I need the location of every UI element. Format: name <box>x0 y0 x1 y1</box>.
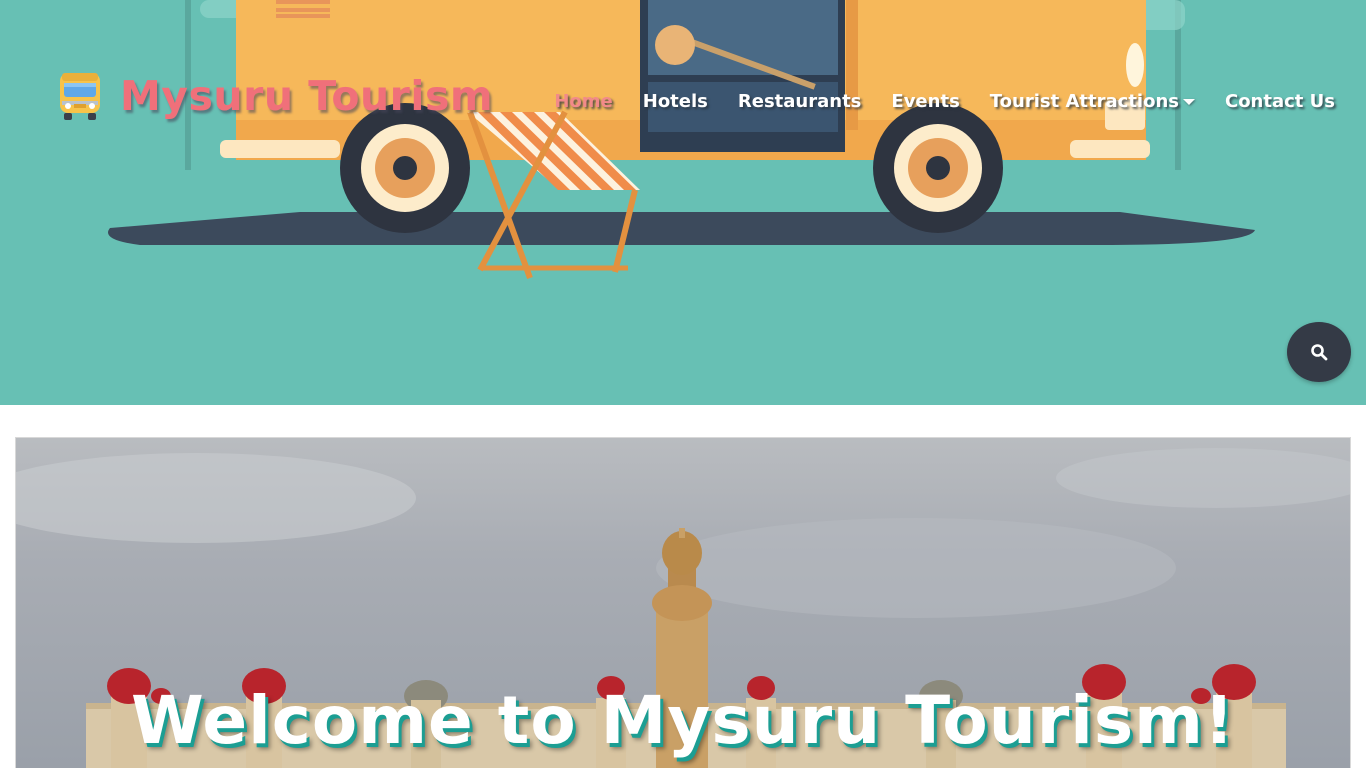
hero-header: Mysuru Tourism Home Hotels Restaurants E… <box>0 0 1366 405</box>
nav-home[interactable]: Home <box>554 91 612 112</box>
site-title[interactable]: Mysuru Tourism <box>120 72 493 120</box>
nav-hotels[interactable]: Hotels <box>643 91 708 112</box>
brand[interactable]: Mysuru Tourism <box>56 70 493 122</box>
search-button[interactable] <box>1287 322 1351 382</box>
main-nav: Home Hotels Restaurants Events Tourist A… <box>554 86 1335 116</box>
bus-icon <box>60 73 100 120</box>
nav-tourist-attractions[interactable]: Tourist Attractions <box>990 91 1195 112</box>
caret-down-icon <box>1182 99 1195 105</box>
search-icon <box>1311 344 1328 361</box>
nav-events[interactable]: Events <box>891 91 959 112</box>
welcome-heading: Welcome to Mysuru Tourism! <box>130 682 1236 759</box>
nav-restaurants[interactable]: Restaurants <box>738 91 862 112</box>
hero-illustration <box>108 0 1255 280</box>
nav-contact-us[interactable]: Contact Us <box>1225 91 1335 112</box>
nav-tourist-attractions-label: Tourist Attractions <box>989 90 1179 112</box>
